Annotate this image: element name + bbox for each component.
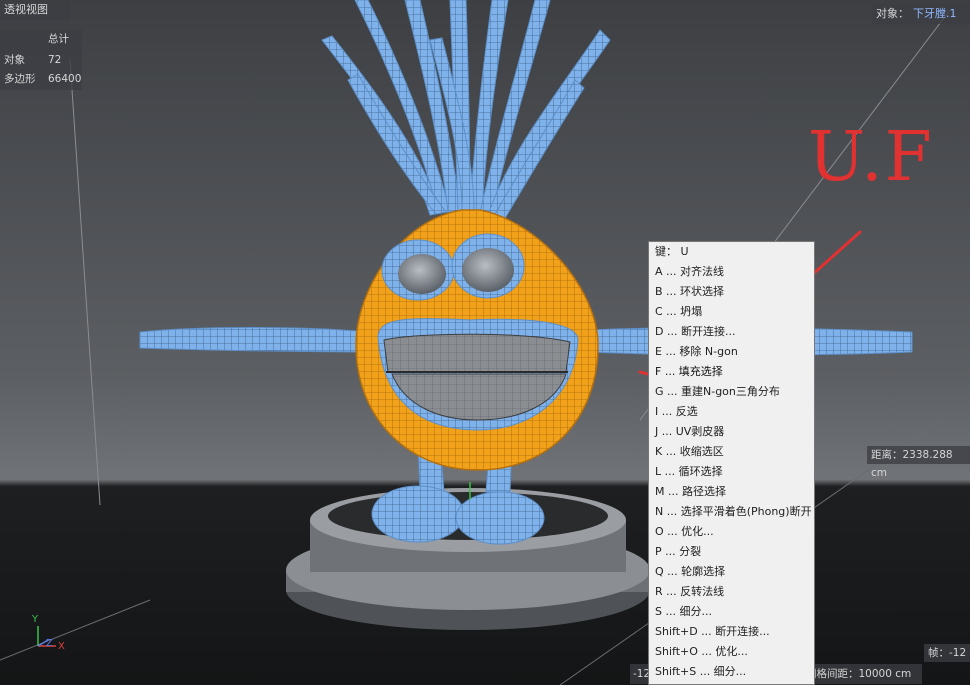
axis-x-label: X (58, 641, 65, 652)
menu-item-invert-selection[interactable]: I ... 反选 (655, 402, 698, 422)
shortcut-popup-menu: 键： U A ... 对齐法线 B ... 环状选择 C ... 坍塌 D ..… (648, 241, 815, 685)
stats-objects-label: 对象 (4, 54, 25, 66)
stats-polygons-value: 66400 (48, 73, 82, 85)
stats-header: 总计 (48, 33, 69, 45)
scene-stats-panel: 总计 对象 72 多边形 66400 (0, 30, 82, 90)
viewport-title[interactable]: 透视视图 (0, 0, 70, 20)
menu-item-ring-selection[interactable]: B ... 环状选择 (655, 282, 724, 302)
menu-item-collapse[interactable]: C ... 坍塌 (655, 302, 702, 322)
timeline-value: -12 (630, 664, 650, 684)
axis-y-label: Y (32, 614, 39, 625)
menu-item-optimize[interactable]: O ... 优化... (655, 522, 714, 542)
menu-item-reverse-normals[interactable]: R ... 反转法线 (655, 582, 724, 602)
menu-item-uv-peeler[interactable]: J ... UV剥皮器 (655, 422, 724, 442)
axis-z-label: Z (46, 638, 53, 649)
menu-item-select-phong-break[interactable]: N ... 选择平滑着色(Phong)断开 (655, 502, 812, 522)
selected-object-prefix: 对象： (876, 7, 909, 20)
selected-object-name: 下牙膛.1 (913, 7, 957, 20)
stats-polygons-label: 多边形 (4, 73, 36, 85)
menu-header: 键： U (655, 245, 689, 258)
stats-objects-value: 72 (48, 54, 62, 66)
scene-canvas[interactable] (0, 0, 970, 685)
selected-object-label: 对象： 下牙膛.1 (872, 4, 970, 24)
menu-item-shift-disconnect[interactable]: Shift+D ... 断开连接... (655, 622, 770, 642)
menu-item-retriangulate-ngons[interactable]: G ... 重建N-gon三角分布 (655, 382, 780, 402)
menu-item-shift-subdivide[interactable]: Shift+S ... 细分... (655, 662, 746, 682)
menu-item-remove-ngon[interactable]: E ... 移除 N-gon (655, 342, 738, 362)
frame-readout: 帧：-12 (924, 644, 970, 662)
menu-item-split[interactable]: P ... 分裂 (655, 542, 701, 562)
menu-item-outline-selection[interactable]: Q ... 轮廓选择 (655, 562, 725, 582)
menu-item-disconnect[interactable]: D ... 断开连接... (655, 322, 735, 342)
menu-item-shift-optimize[interactable]: Shift+O ... 优化... (655, 642, 748, 662)
menu-item-shrink-selection[interactable]: K ... 收缩选区 (655, 442, 724, 462)
menu-item-path-selection[interactable]: M ... 路径选择 (655, 482, 726, 502)
menu-item-loop-selection[interactable]: L ... 循环选择 (655, 462, 723, 482)
grid-spacing-readout: 网格间距：10000 cm (800, 664, 922, 684)
perspective-viewport[interactable]: 透视视图 总计 对象 72 多边形 66400 对象： 下牙膛.1 距离：2338… (0, 0, 970, 685)
annotation-text: U.F (808, 118, 934, 197)
menu-item-subdivide[interactable]: S ... 细分... (655, 602, 712, 622)
menu-item-fill-selection[interactable]: F ... 填充选择 (655, 362, 723, 382)
distance-readout: 距离：2338.288 cm (867, 446, 970, 479)
menu-item-align-normals[interactable]: A ... 对齐法线 (655, 262, 724, 282)
